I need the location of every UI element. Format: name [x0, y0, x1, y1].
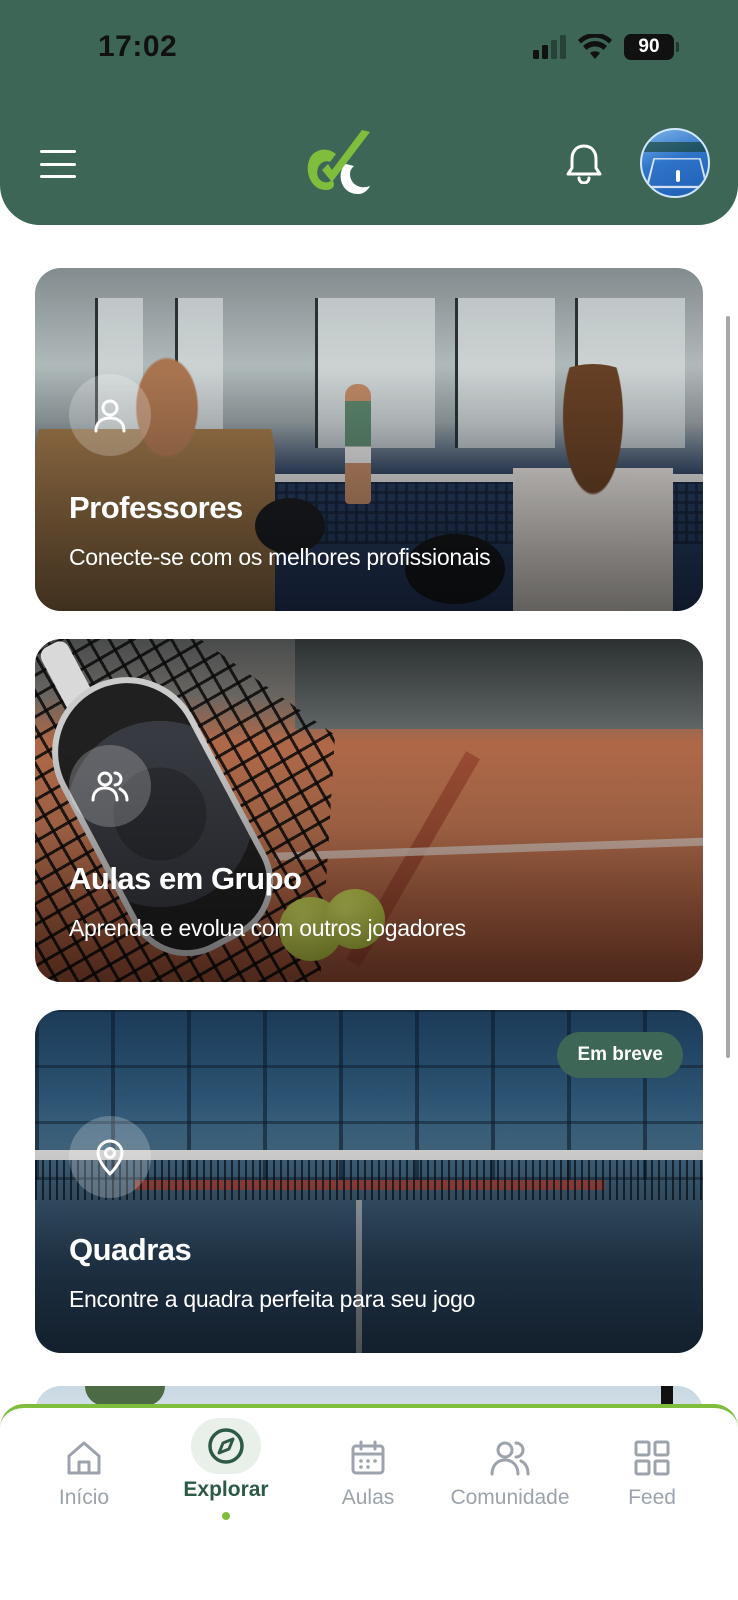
app-logo	[307, 130, 370, 194]
hamburger-menu-icon	[40, 150, 76, 153]
card-subtitle: Aprenda e evolua com outros jogadores	[69, 915, 466, 941]
users-icon	[490, 1441, 530, 1476]
scrollbar[interactable]	[726, 316, 730, 1058]
card-quadras[interactable]: Em breve Quadras Encontre a quadra perfe…	[35, 1010, 703, 1353]
cellular-signal-icon	[533, 35, 566, 59]
nav-item-aulas[interactable]: Aulas	[298, 1408, 438, 1548]
grid-icon	[634, 1440, 670, 1476]
wifi-icon	[578, 34, 612, 59]
status-time: 17:02	[98, 30, 178, 63]
nav-item-label: Explorar	[183, 1478, 269, 1501]
battery-level: 90	[638, 36, 660, 57]
coming-soon-badge: Em breve	[557, 1032, 683, 1078]
card-icon-badge	[69, 1116, 151, 1198]
user-icon	[94, 399, 126, 433]
calendar-icon	[351, 1440, 385, 1475]
notification-bell-button[interactable]	[566, 142, 602, 184]
active-dot	[222, 1512, 230, 1520]
bottom-navigation: Início Explorar Aulas Comunidade Feed	[0, 1404, 738, 1600]
card-subtitle: Conecte-se com os melhores profissionais	[69, 544, 491, 570]
card-subtitle: Encontre a quadra perfeita para seu jogo	[69, 1286, 476, 1312]
compass-icon	[208, 1428, 244, 1464]
explore-screen: 17:02 90 Professores Conecte-se com os m…	[0, 0, 738, 1600]
active-indicator-pill	[191, 1418, 261, 1474]
card-aulas-em-grupo[interactable]: Aulas em Grupo Aprenda e evolua com outr…	[35, 639, 703, 982]
nav-item-label: Comunidade	[450, 1486, 570, 1509]
menu-button[interactable]	[40, 150, 76, 178]
nav-item-label: Feed	[628, 1486, 676, 1509]
home-icon	[67, 1441, 101, 1475]
nav-item-label: Aulas	[341, 1486, 395, 1509]
app-header: 17:02 90	[0, 0, 738, 225]
nav-item-explorar[interactable]: Explorar	[156, 1408, 296, 1548]
nav-item-inicio[interactable]: Início	[14, 1408, 154, 1548]
nav-item-feed[interactable]: Feed	[582, 1408, 722, 1548]
card-icon-badge	[69, 745, 151, 827]
card-title: Quadras	[69, 1232, 192, 1267]
card-title: Professores	[69, 490, 243, 525]
nav-item-comunidade[interactable]: Comunidade	[440, 1408, 580, 1548]
nav-item-label: Início	[58, 1486, 110, 1509]
user-avatar[interactable]	[640, 128, 710, 198]
map-pin-icon	[96, 1139, 124, 1176]
users-icon	[91, 771, 129, 802]
explore-cards-list: Professores Conecte-se com os melhores p…	[35, 268, 703, 1381]
status-indicators: 90	[533, 34, 679, 60]
card-professores[interactable]: Professores Conecte-se com os melhores p…	[35, 268, 703, 611]
card-title: Aulas em Grupo	[69, 861, 302, 896]
battery-icon: 90	[624, 34, 679, 60]
card-icon-badge	[69, 374, 151, 456]
